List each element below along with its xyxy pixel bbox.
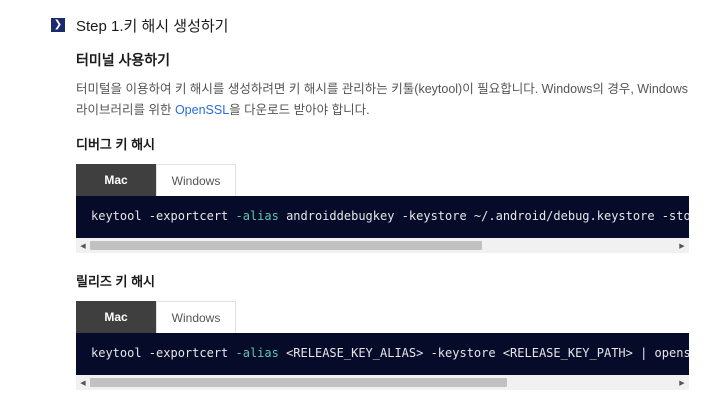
scroll-left-icon[interactable]: ◀: [77, 375, 89, 390]
debug-section-title: 디버그 키 해시: [76, 137, 155, 152]
tab-release-mac[interactable]: Mac: [76, 301, 156, 333]
terminal-section-title: 터미널 사용하기: [76, 52, 171, 68]
scroll-right-icon[interactable]: ▶: [676, 375, 688, 390]
description-line-2-prefix: 라이브러리를 위한: [76, 103, 175, 117]
debug-code-part2: androiddebugkey -keystore ~/.android/deb…: [286, 209, 689, 223]
step-title: Step 1.키 해시 생성하기: [76, 17, 229, 35]
description-line-2: 라이브러리를 위한 OpenSSL을 다운로드 받아야 합니다.: [76, 100, 716, 121]
release-scrollbar-thumb[interactable]: [90, 378, 507, 387]
terminal-description: 터미털을 이용하여 키 해시를 생성하려면 키 해시를 관리하는 키툴(keyt…: [76, 79, 716, 121]
debug-scrollbar[interactable]: ◀ ▶: [76, 238, 689, 253]
openssl-link[interactable]: OpenSSL: [175, 103, 229, 117]
release-code: keytool -exportcert -alias <RELEASE_KEY_…: [91, 346, 689, 360]
release-code-keyword: -alias: [235, 346, 279, 360]
release-code-part2: <RELEASE_KEY_ALIAS> -keystore <RELEASE_K…: [286, 346, 689, 360]
debug-code-part1: keytool -exportcert: [91, 209, 236, 223]
description-line-2-suffix: 을 다운로드 받아야 합니다.: [229, 103, 370, 117]
debug-scrollbar-thumb[interactable]: [90, 241, 482, 250]
release-tabs: Mac Windows: [76, 301, 236, 333]
description-line-1: 터미털을 이용하여 키 해시를 생성하려면 키 해시를 관리하는 키툴(keyt…: [76, 82, 688, 96]
scroll-left-icon[interactable]: ◀: [77, 238, 89, 253]
release-code-part1: keytool -exportcert: [91, 346, 236, 360]
release-code-block: keytool -exportcert -alias <RELEASE_KEY_…: [76, 333, 689, 375]
release-section-title: 릴리즈 키 해시: [76, 274, 155, 289]
debug-code: keytool -exportcert -alias androiddebugk…: [91, 209, 689, 223]
debug-tabs: Mac Windows: [76, 164, 236, 196]
tab-debug-mac[interactable]: Mac: [76, 164, 156, 196]
chevron-right-icon: ❯: [51, 18, 65, 32]
release-scrollbar[interactable]: ◀ ▶: [76, 375, 689, 390]
tab-release-windows[interactable]: Windows: [156, 301, 236, 333]
tab-debug-windows[interactable]: Windows: [156, 164, 236, 196]
debug-code-block: keytool -exportcert -alias androiddebugk…: [76, 196, 689, 238]
debug-code-keyword: -alias: [235, 209, 279, 223]
scroll-right-icon[interactable]: ▶: [676, 238, 688, 253]
step-header: ❯ Step 1.키 해시 생성하기: [51, 15, 228, 35]
